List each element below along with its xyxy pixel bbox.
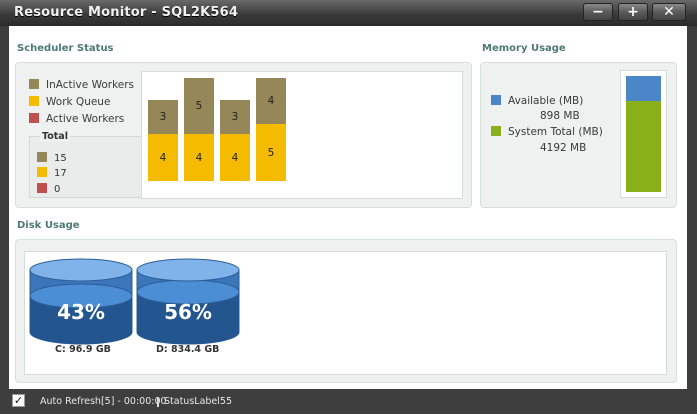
memory-bar (626, 76, 661, 192)
memory-available-legend: Available (MB) (491, 95, 583, 107)
bar-1-inactive: 3 (148, 100, 178, 134)
memory-available-value: 898 MB (540, 110, 580, 122)
queue-swatch (37, 167, 47, 177)
minimize-button[interactable]: − (583, 3, 613, 21)
system-label: System Total (MB) (508, 126, 603, 138)
legend-inactive-workers: InActive Workers (29, 79, 134, 91)
legend-active-workers: Active Workers (29, 113, 124, 125)
available-label: Available (MB) (508, 95, 584, 107)
main-content: Scheduler Status InActive Workers Work Q… (9, 26, 687, 389)
drive-c-percent: 43% (57, 300, 105, 324)
memory-system-value: 4192 MB (540, 142, 587, 154)
inactive-swatch (29, 79, 39, 89)
bar-3-inactive: 3 (220, 100, 250, 134)
total-value: 0 (54, 184, 61, 195)
auto-refresh-label: Auto Refresh[5] - 00:00:00 (40, 396, 167, 407)
status-bar: ✓ Auto Refresh[5] - 00:00:00 StatusLabel… (0, 389, 697, 414)
memory-usage-title: Memory Usage (482, 43, 566, 54)
memory-system-legend: System Total (MB) (491, 126, 603, 138)
total-inactive: 15 (37, 152, 67, 164)
bar-2-inactive: 5 (184, 78, 214, 134)
scheduler-status-title: Scheduler Status (17, 43, 114, 54)
total-active: 0 (37, 183, 60, 195)
legend-label: InActive Workers (46, 79, 135, 91)
drive-d-label: D: 834.4 GB (156, 344, 220, 355)
bar-4-inactive: 4 (256, 78, 286, 124)
maximize-button[interactable]: + (618, 3, 648, 21)
total-value: 17 (54, 168, 67, 179)
status-separator (157, 397, 159, 407)
legend-work-queue: Work Queue (29, 96, 110, 108)
window-title: Resource Monitor - SQL2K564 (14, 5, 239, 20)
drive-c-label: C: 96.9 GB (55, 344, 111, 355)
inactive-swatch (37, 152, 47, 162)
auto-refresh-checkbox[interactable]: ✓ (12, 394, 25, 407)
bar-1-queue: 4 (148, 134, 178, 181)
active-swatch (29, 113, 39, 123)
total-label: Total (40, 131, 70, 142)
queue-swatch (29, 96, 39, 106)
bar-2-queue: 4 (184, 134, 214, 181)
status-label: StatusLabel55 (164, 396, 232, 407)
available-swatch (491, 95, 501, 105)
legend-label: Work Queue (46, 96, 111, 108)
system-swatch (491, 126, 501, 136)
disk-usage-title: Disk Usage (17, 220, 80, 231)
active-swatch (37, 183, 47, 193)
title-bar[interactable]: Resource Monitor - SQL2K564 − + ✕ (0, 0, 697, 26)
close-button[interactable]: ✕ (652, 3, 686, 21)
memory-available-segment (626, 76, 661, 101)
bar-4-queue: 5 (256, 124, 286, 181)
bar-3-queue: 4 (220, 134, 250, 181)
drive-d-percent: 56% (164, 300, 212, 324)
total-queue: 17 (37, 167, 67, 179)
resource-monitor-window: Resource Monitor - SQL2K564 − + ✕ Schedu… (0, 0, 697, 414)
total-value: 15 (54, 153, 67, 164)
legend-label: Active Workers (46, 113, 125, 125)
